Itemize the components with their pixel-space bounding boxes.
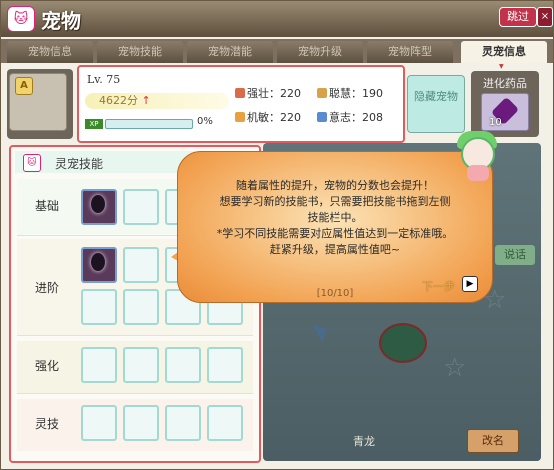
score-value: 4622分 xyxy=(99,94,138,107)
skill-slot[interactable] xyxy=(81,247,117,283)
skill-slot[interactable] xyxy=(207,347,243,383)
window-title: 宠物 xyxy=(41,9,81,33)
skip-button[interactable]: 跳过 xyxy=(499,7,537,27)
stat-label: 聪慧 xyxy=(329,87,351,100)
row-label: 基础 xyxy=(35,199,60,213)
stat-label: 强壮 xyxy=(247,87,269,100)
agility-icon xyxy=(235,112,245,122)
pet-model[interactable] xyxy=(379,323,427,363)
skill-slot[interactable] xyxy=(165,405,201,441)
stat-label: 意志 xyxy=(329,111,351,124)
skill-slot[interactable] xyxy=(123,247,159,283)
row-label: 灵技 xyxy=(35,417,60,431)
title-bar: 🐱 宠物 跳过 × xyxy=(1,1,553,37)
tab-pet-upgrade[interactable]: 宠物升级 xyxy=(277,41,363,63)
skill-row-enhance: 强化 xyxy=(17,341,253,394)
tutorial-tooltip: 随着属性的提升，宠物的分数也会提升！ 想要学习新的技能书，只需要把技能书拖到左侧… xyxy=(177,151,493,303)
xp-bar xyxy=(105,119,193,129)
tooltip-line: 技能栏中。 xyxy=(307,211,363,224)
skill-slot[interactable] xyxy=(123,347,159,383)
guide-body xyxy=(467,165,489,181)
stat-value: 208 xyxy=(362,111,383,124)
row-label: 进阶 xyxy=(35,281,60,295)
stat-value: 220 xyxy=(280,87,301,100)
tooltip-line: 随着属性的提升，宠物的分数也会提升！ xyxy=(236,179,434,192)
stat-value: 220 xyxy=(280,111,301,124)
skill-slot[interactable] xyxy=(207,405,243,441)
xp-label: XP xyxy=(85,119,103,129)
wisdom-icon xyxy=(317,88,327,98)
tooltip-line: 赶紧升级，提高属性值吧~ xyxy=(269,243,401,256)
cat-icon: 🐱 xyxy=(23,154,41,172)
skill-slot[interactable] xyxy=(165,347,201,383)
tab-pet-skills[interactable]: 宠物技能 xyxy=(97,41,183,63)
skill-slot[interactable] xyxy=(81,289,117,325)
tutorial-progress: [10/10] xyxy=(316,288,354,299)
tab-bar: 宠物信息 宠物技能 宠物潜能 宠物升级 宠物阵型 灵宠信息 xyxy=(1,39,553,78)
skill-slot[interactable] xyxy=(81,347,117,383)
stat-label: 机敏 xyxy=(247,111,269,124)
skill-slot[interactable] xyxy=(123,289,159,325)
stat-strength: 强壮：220 xyxy=(235,85,301,101)
pet-window: 🐱 宠物 跳过 × 宠物信息 宠物技能 宠物潜能 宠物升级 宠物阵型 灵宠信息 … xyxy=(0,0,554,470)
will-icon xyxy=(317,112,327,122)
star-decoration-icon: ☆ xyxy=(443,353,467,383)
skills-title: 灵宠技能 xyxy=(55,157,104,171)
pet-level: Lv. 75 xyxy=(87,73,121,86)
stat-agility: 机敏：220 xyxy=(235,109,301,125)
skill-slot[interactable] xyxy=(81,405,117,441)
talk-button[interactable]: 说话 xyxy=(495,245,535,265)
tab-pet-info[interactable]: 宠物信息 xyxy=(7,41,93,63)
grade-badge: A xyxy=(15,77,33,95)
medicine-label: 进化药品 xyxy=(483,77,527,90)
tab-pet-potential[interactable]: 宠物潜能 xyxy=(187,41,273,63)
tooltip-line: 想要学习新的技能书，只需要把技能书拖到左侧 xyxy=(219,195,451,208)
pet-name: 青龙 xyxy=(353,435,375,448)
strength-icon xyxy=(235,88,245,98)
pet-score: 4622分 ↑ xyxy=(85,93,229,109)
row-label: 强化 xyxy=(35,359,60,373)
skill-row-spirit: 灵技 xyxy=(17,399,253,451)
hidden-pet-button[interactable]: 隐藏宠物 xyxy=(407,75,465,133)
stat-wisdom: 聪慧：190 xyxy=(317,85,383,101)
stat-value: 190 xyxy=(362,87,383,100)
pet-stats-panel: Lv. 75 4622分 ↑ XP 0% 强壮：220 聪慧：190 机敏：22… xyxy=(77,65,405,143)
skill-slot[interactable] xyxy=(123,189,159,225)
skill-slot[interactable] xyxy=(123,405,159,441)
rename-button[interactable]: 改名 xyxy=(467,429,519,453)
tab-pet-formation[interactable]: 宠物阵型 xyxy=(367,41,453,63)
skill-slot[interactable] xyxy=(81,189,117,225)
xp-percent: 0% xyxy=(197,116,213,127)
close-button[interactable]: × xyxy=(537,7,553,27)
cat-logo-icon: 🐱 xyxy=(7,6,35,32)
stat-will: 意志：208 xyxy=(317,109,383,125)
score-up-icon: ↑ xyxy=(141,94,151,107)
guide-character xyxy=(453,127,501,185)
tab-spirit-info[interactable]: 灵宠信息 xyxy=(461,41,547,78)
tooltip-line: *学习不同技能需要对应属性值达到一定标准哦。 xyxy=(216,227,454,240)
tooltip-message: 随着属性的提升，宠物的分数也会提升！ 想要学习新的技能书，只需要把技能书拖到左侧… xyxy=(188,178,482,258)
